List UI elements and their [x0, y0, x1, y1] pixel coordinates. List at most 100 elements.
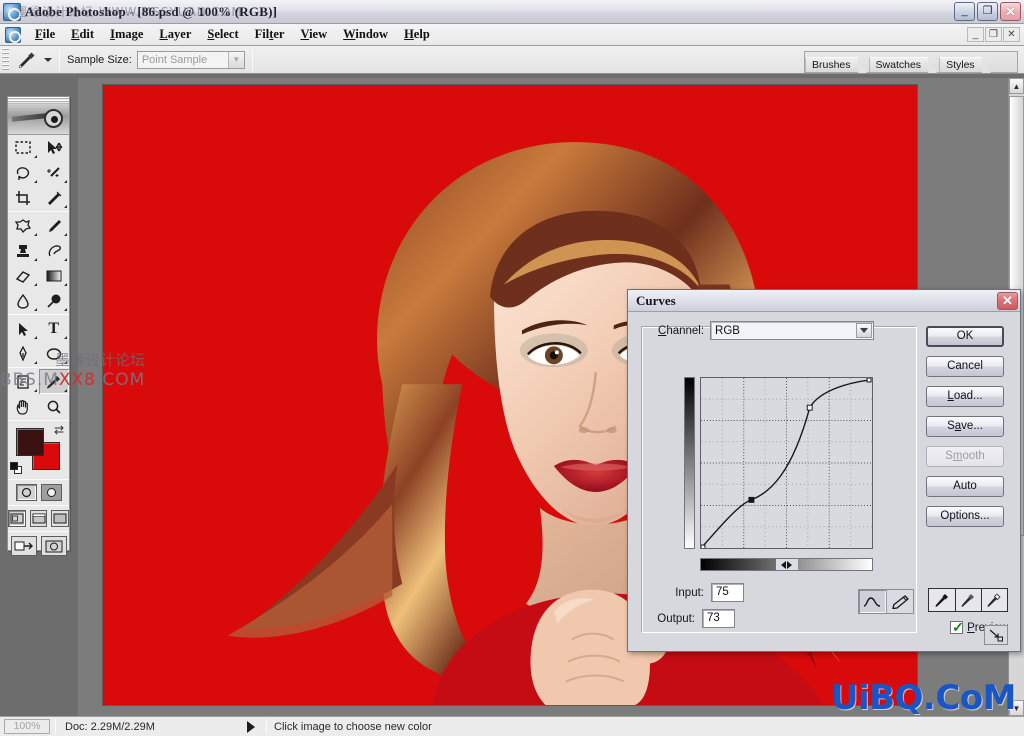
gradient-direction-handle[interactable] — [775, 559, 798, 570]
auto-button[interactable]: Auto — [926, 476, 1004, 497]
slice-icon — [47, 191, 62, 205]
channel-row: Channel: RGB — [658, 321, 875, 340]
swap-colors-icon[interactable]: ⇄ — [54, 424, 64, 436]
menu-filter[interactable]: Filter — [247, 25, 293, 44]
standard-mask-mode-button[interactable] — [15, 484, 37, 501]
tool-healing-brush[interactable] — [8, 213, 39, 238]
tool-clone-stamp[interactable] — [8, 238, 39, 263]
curve-point-white — [866, 378, 872, 383]
document-size-info[interactable]: Doc: 2.29M/2.29M — [61, 721, 241, 733]
photoshop-window: Adobe Photoshop - [86.psd @ 100% (RGB)] … — [0, 0, 1024, 736]
toolbox-drag-handle[interactable] — [8, 97, 69, 104]
status-menu-arrow-icon[interactable] — [247, 720, 255, 733]
curve-graph[interactable] — [700, 377, 873, 549]
tool-move[interactable] — [39, 135, 70, 160]
tool-eyedropper[interactable] — [38, 369, 69, 394]
menu-image[interactable]: Image — [102, 25, 151, 44]
arrow-left-icon — [781, 560, 786, 569]
toolbox: T ⇄ — [7, 96, 70, 556]
grid-size-toggle-button[interactable] — [984, 625, 1008, 645]
menu-window[interactable]: Window — [335, 25, 396, 44]
input-gradient-bar[interactable] — [700, 558, 873, 571]
tool-preset-chevron-icon[interactable] — [44, 57, 52, 62]
type-icon: T — [48, 319, 60, 337]
curves-dialog-close-button[interactable]: ✕ — [997, 292, 1018, 310]
tool-magic-wand[interactable] — [39, 160, 70, 185]
document-close-button[interactable]: ✕ — [1003, 27, 1020, 42]
palette-tab-swatches[interactable]: Swatches — [868, 57, 937, 73]
menu-help[interactable]: Help — [396, 25, 438, 44]
curves-dialog-titlebar[interactable]: Curves ✕ — [628, 290, 1020, 312]
toolbox-group-vector: T — [8, 316, 69, 366]
cancel-button[interactable]: Cancel — [926, 356, 1004, 377]
black-point-eyedropper-button[interactable] — [929, 589, 955, 611]
options-button[interactable]: Options... — [926, 506, 1004, 527]
scroll-up-button[interactable]: ▲ — [1009, 78, 1024, 94]
scroll-down-button[interactable]: ▼ — [1009, 700, 1024, 716]
toolbox-divider-3 — [8, 367, 69, 368]
channel-select[interactable]: RGB — [710, 321, 875, 340]
options-separator — [59, 48, 60, 71]
menu-view[interactable]: View — [292, 25, 335, 44]
tool-pen[interactable] — [8, 341, 39, 366]
minimize-button[interactable]: _ — [954, 2, 975, 21]
tool-blur[interactable] — [8, 288, 39, 313]
tool-lasso[interactable] — [8, 160, 39, 185]
smooth-button[interactable]: Smooth — [926, 446, 1004, 467]
palette-tab-brushes[interactable]: Brushes — [805, 57, 866, 73]
menu-file[interactable]: File — [27, 25, 63, 44]
standard-screen-mode-button[interactable] — [8, 510, 26, 527]
options-separator-2 — [251, 48, 253, 71]
tool-shape[interactable] — [39, 341, 70, 366]
tool-type[interactable]: T — [39, 316, 70, 341]
preview-in-browser-button[interactable] — [40, 536, 67, 556]
tool-slice[interactable] — [39, 185, 70, 210]
default-colors-icon[interactable] — [10, 462, 23, 475]
load-button[interactable]: Load... — [926, 386, 1004, 407]
tool-dodge[interactable] — [39, 288, 70, 313]
sample-size-select[interactable]: Point Sample ▼ — [136, 50, 245, 69]
menu-edit[interactable]: Edit — [63, 25, 102, 44]
full-screen-with-menu-button[interactable] — [29, 510, 48, 527]
zoom-level-field[interactable]: 100% — [4, 719, 50, 734]
status-separator-2 — [266, 719, 267, 734]
menu-select[interactable]: Select — [199, 25, 246, 44]
submenu-corner-icon — [64, 205, 67, 208]
full-screen-mode-button[interactable] — [51, 510, 70, 527]
jump-to-imageready-button[interactable] — [10, 536, 37, 556]
output-field[interactable]: 73 — [702, 609, 735, 628]
current-tool-icon[interactable] — [14, 48, 40, 72]
foreground-color-swatch[interactable] — [16, 428, 44, 456]
white-point-eyedropper-button[interactable] — [981, 589, 1007, 611]
ok-button[interactable]: OK — [926, 326, 1004, 347]
quick-mask-mode-button[interactable] — [40, 484, 62, 501]
document-restore-button[interactable]: ❐ — [985, 27, 1002, 42]
save-button[interactable]: Save... — [926, 416, 1004, 437]
menu-layer[interactable]: Layer — [151, 25, 199, 44]
palette-tab-styles[interactable]: Styles — [939, 57, 991, 73]
chevron-down-icon[interactable] — [856, 323, 873, 338]
submenu-corner-icon — [33, 180, 37, 183]
close-button[interactable]: ✕ — [1000, 2, 1021, 21]
tool-notes[interactable] — [8, 369, 39, 394]
tool-crop[interactable] — [8, 185, 39, 210]
status-separator-1 — [55, 719, 56, 734]
gray-point-eyedropper-button[interactable] — [955, 589, 981, 611]
curves-dialog: Curves ✕ Channel: RGB Input: 75 Output: … — [627, 289, 1021, 652]
preview-checkbox[interactable]: ✓ — [950, 620, 964, 634]
restore-button[interactable]: ❐ — [977, 2, 998, 21]
tool-gradient[interactable] — [39, 263, 70, 288]
tool-hand[interactable] — [8, 394, 39, 419]
tool-eraser[interactable] — [8, 263, 39, 288]
pencil-draw-tool-button[interactable] — [886, 590, 913, 613]
dodge-icon — [47, 294, 61, 308]
curve-point-tool-button[interactable] — [859, 590, 886, 613]
tool-path-selection[interactable] — [8, 316, 39, 341]
tool-zoom[interactable] — [39, 394, 70, 419]
tool-history-brush[interactable] — [39, 238, 70, 263]
options-bar-grip[interactable] — [2, 47, 9, 72]
tool-brush[interactable] — [39, 213, 70, 238]
input-field[interactable]: 75 — [711, 583, 744, 602]
tool-marquee[interactable] — [8, 135, 39, 160]
document-minimize-button[interactable]: _ — [967, 27, 984, 42]
